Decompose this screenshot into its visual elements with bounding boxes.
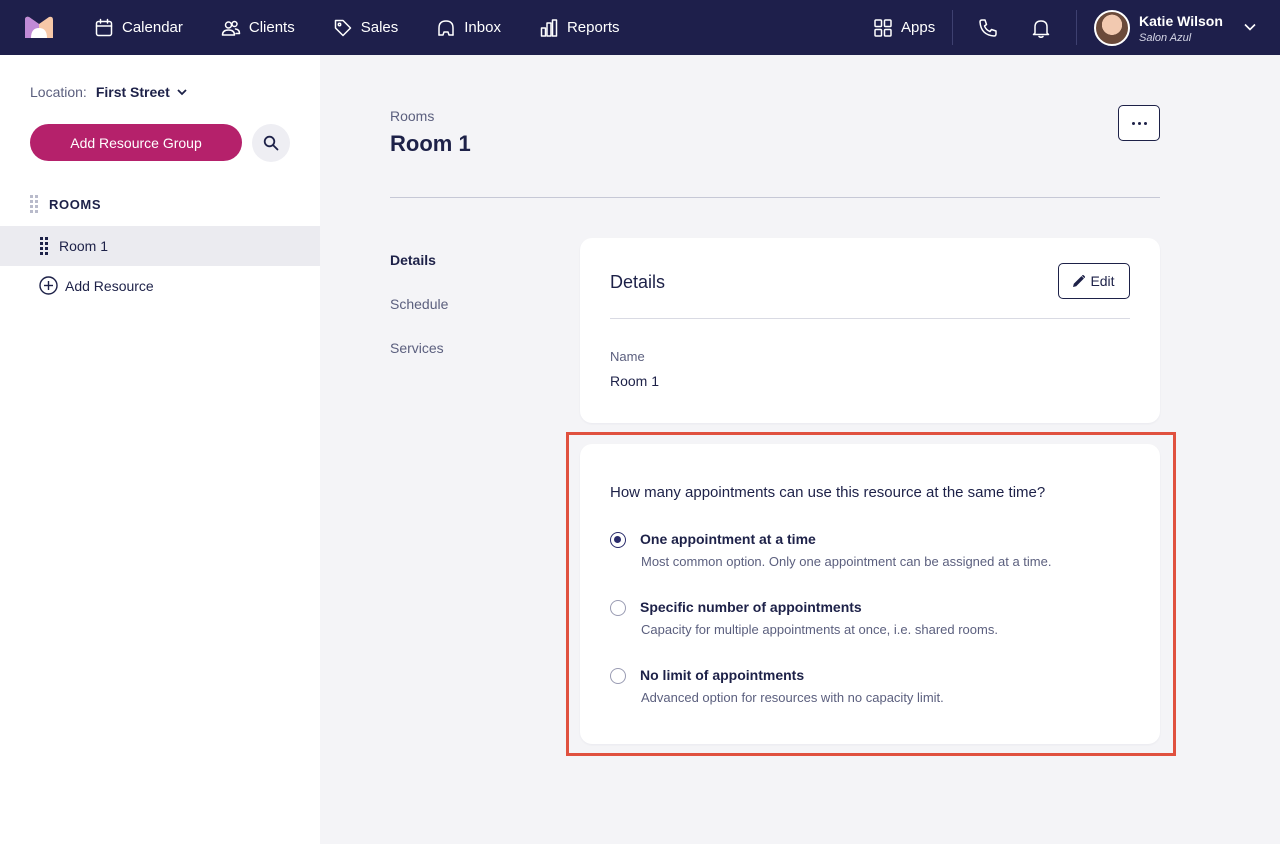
resource-sidebar: Location: First Street Add Resource Grou…	[0, 55, 320, 844]
capacity-question: How many appointments can use this resou…	[610, 484, 1046, 501]
capacity-option-title: One appointment at a time	[640, 531, 816, 547]
nav-reports-label: Reports	[566, 19, 620, 36]
capacity-option-description: Advanced option for resources with no ca…	[641, 690, 944, 705]
user-name: Katie Wilson	[1139, 13, 1223, 29]
nav-calendar-label: Calendar	[122, 19, 183, 36]
page-title: Room 1	[390, 131, 471, 156]
nav-apps[interactable]: Apps	[873, 0, 935, 55]
tab-services[interactable]: Services	[390, 340, 448, 384]
add-resource-link[interactable]: Add Resource	[39, 276, 154, 295]
sidebar-item-room-1[interactable]: Room 1	[0, 226, 320, 266]
chevron-down-icon	[1244, 23, 1256, 31]
nav-divider	[1076, 10, 1077, 45]
pencil-icon	[1073, 275, 1086, 287]
user-menu[interactable]: Katie Wilson Salon Azul	[1139, 13, 1223, 44]
header-divider	[390, 197, 1160, 198]
edit-button-label: Edit	[1090, 273, 1115, 289]
details-card-title: Details	[610, 272, 666, 292]
location-value: First Street	[95, 84, 170, 100]
nav-clients-label: Clients	[248, 19, 295, 36]
capacity-option-radio[interactable]	[610, 668, 626, 684]
avatar[interactable]	[1094, 10, 1130, 46]
capacity-option-description: Most common option. Only one appointment…	[641, 554, 1052, 569]
tab-details[interactable]: Details	[390, 252, 448, 296]
card-divider	[610, 318, 1130, 319]
tab-schedule[interactable]: Schedule	[390, 296, 448, 340]
capacity-card: How many appointments can use this resou…	[580, 444, 1160, 744]
sidebar-item-label: Room 1	[59, 238, 109, 254]
nav-clients[interactable]: Clients	[221, 0, 295, 55]
chevron-down-icon	[177, 89, 187, 96]
nav-reports[interactable]: Reports	[539, 0, 620, 55]
search-button[interactable]	[252, 124, 290, 162]
plus-circle-icon	[39, 276, 58, 295]
add-resource-label: Add Resource	[65, 277, 154, 294]
notifications-button[interactable]	[1030, 17, 1052, 39]
user-menu-chevron[interactable]	[1243, 20, 1257, 34]
capacity-option-title: Specific number of appointments	[640, 599, 862, 615]
bell-icon	[1032, 20, 1050, 38]
top-nav-bar: Calendar Clients Sales Inbox Reports App…	[0, 0, 1280, 55]
inbox-icon	[438, 19, 455, 36]
nav-sales[interactable]: Sales	[333, 0, 399, 55]
edit-button[interactable]: Edit	[1058, 263, 1130, 299]
nav-inbox-label: Inbox	[464, 19, 501, 36]
user-organization: Salon Azul	[1139, 32, 1192, 44]
add-resource-group-button[interactable]: Add Resource Group	[30, 124, 242, 161]
breadcrumb[interactable]: Rooms	[390, 108, 434, 124]
resource-subnav: Details Schedule Services	[390, 252, 448, 384]
nav-apps-label: Apps	[901, 19, 936, 36]
name-field-value: Room 1	[610, 373, 660, 389]
resource-group-header: ROOMS	[30, 195, 101, 213]
location-label: Location:	[30, 84, 87, 100]
nav-divider	[952, 10, 953, 45]
app-logo[interactable]	[25, 16, 53, 38]
nav-calendar[interactable]: Calendar	[94, 0, 183, 55]
apps-grid-icon	[874, 18, 892, 37]
drag-handle-icon[interactable]	[40, 237, 48, 255]
main-nav: Calendar Clients Sales Inbox Reports	[94, 0, 658, 55]
clients-icon	[221, 20, 241, 36]
capacity-option-title: No limit of appointments	[640, 667, 805, 683]
nav-inbox[interactable]: Inbox	[436, 0, 501, 55]
drag-handle-icon[interactable]	[30, 195, 38, 213]
location-dropdown[interactable]: First Street	[96, 84, 188, 100]
tag-icon	[334, 19, 351, 36]
bar-chart-icon	[540, 18, 558, 37]
search-icon	[263, 135, 279, 151]
location-selector: Location: First Street	[30, 84, 188, 100]
resource-group-title: ROOMS	[49, 196, 102, 212]
capacity-option-radio[interactable]	[610, 600, 626, 616]
calendar-icon	[95, 18, 113, 36]
name-field-label: Name	[610, 349, 645, 364]
nav-sales-label: Sales	[360, 19, 399, 36]
more-icon	[1131, 121, 1135, 125]
capacity-option-radio[interactable]	[610, 532, 626, 548]
details-card: Details Edit Name Room 1	[580, 238, 1160, 423]
phone-button[interactable]	[977, 17, 999, 39]
capacity-option-description: Capacity for multiple appointments at on…	[641, 622, 998, 637]
phone-icon	[979, 19, 997, 37]
more-options-button[interactable]	[1118, 105, 1160, 141]
